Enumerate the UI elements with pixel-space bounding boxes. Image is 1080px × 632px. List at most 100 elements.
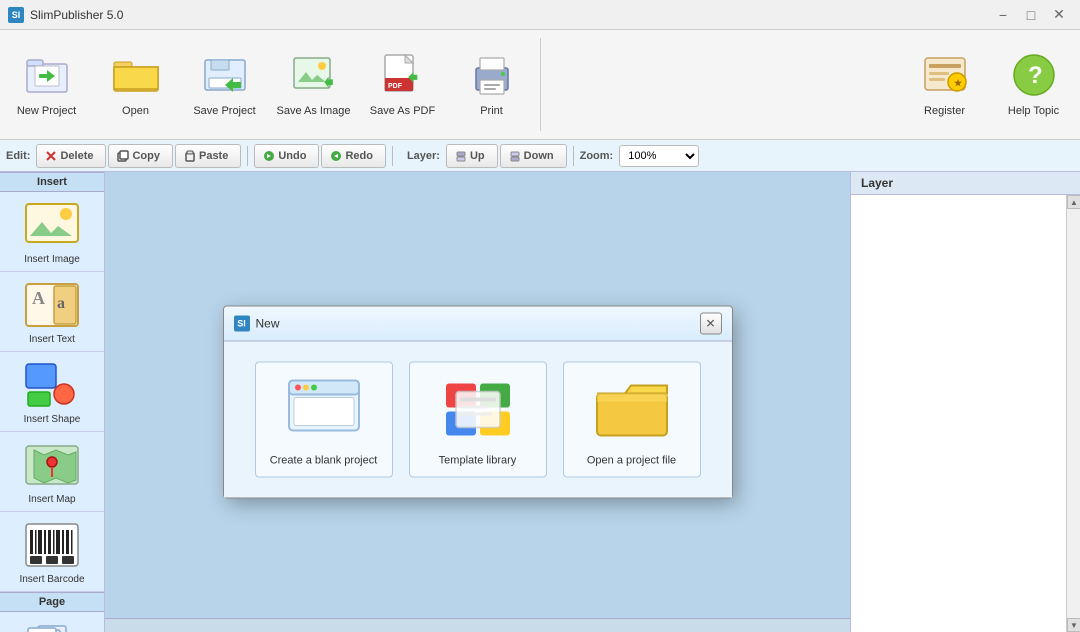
insert-barcode-label: Insert Barcode	[19, 574, 84, 585]
undo-icon	[263, 150, 275, 162]
sidebar-item-insert-text[interactable]: A a Insert Text	[0, 272, 104, 352]
register-label: Register	[924, 105, 965, 117]
edit-label: Edit:	[6, 150, 30, 162]
undo-button[interactable]: Undo	[254, 144, 319, 168]
toolbar-separator	[540, 38, 541, 131]
copy-icon	[117, 150, 129, 162]
register-button[interactable]: ★ Register	[902, 34, 987, 132]
template-library-icon	[438, 375, 518, 445]
insert-map-label: Insert Map	[28, 494, 75, 505]
layer-scrollbar: ▲ ▼	[1066, 195, 1080, 632]
insert-image-icon	[23, 200, 81, 250]
sidebar-item-page-manager[interactable]: Page Manager	[0, 612, 104, 632]
open-icon	[110, 49, 162, 101]
layer-panel-header: Layer	[851, 172, 1080, 195]
dialog-app-icon: Sl	[234, 316, 250, 332]
help-topic-label: Help Topic	[1008, 105, 1059, 117]
paste-icon	[184, 150, 196, 162]
svg-text:PDF: PDF	[388, 83, 403, 90]
print-label: Print	[480, 105, 503, 117]
insert-shape-label: Insert Shape	[24, 414, 81, 425]
open-project-file-label: Open a project file	[587, 455, 676, 467]
save-as-image-label: Save As Image	[277, 105, 351, 117]
svg-text:?: ?	[1028, 62, 1043, 89]
layer-up-button[interactable]: Up	[446, 144, 498, 168]
save-as-pdf-button[interactable]: PDF Save As PDF	[360, 34, 445, 132]
blank-project-icon	[284, 375, 364, 445]
sidebar: Insert Insert Image A a	[0, 172, 105, 632]
maximize-button[interactable]: □	[1018, 5, 1044, 25]
zoom-select[interactable]: 25% 50% 75% 100% 150% 200%	[619, 145, 699, 167]
titlebar-left: Sl SlimPublisher 5.0	[8, 7, 123, 23]
insert-map-icon	[23, 440, 81, 490]
svg-text:A: A	[32, 288, 45, 308]
copy-button[interactable]: Copy	[108, 144, 173, 168]
dialog-title-text: New	[256, 317, 280, 331]
new-project-button[interactable]: New Project	[4, 34, 89, 132]
save-project-icon	[199, 49, 251, 101]
page-manager-icon	[23, 620, 81, 632]
sidebar-item-insert-map[interactable]: Insert Map	[0, 432, 104, 512]
layer-down-icon	[509, 150, 521, 162]
close-button[interactable]: ✕	[1046, 5, 1072, 25]
open-label: Open	[122, 105, 149, 117]
insert-text-label: Insert Text	[29, 334, 75, 345]
register-icon: ★	[919, 49, 971, 101]
scroll-up-arrow[interactable]: ▲	[1067, 195, 1080, 209]
editbar-separator-3	[573, 146, 574, 166]
dialog-title-left: Sl New	[234, 316, 280, 332]
canvas-area[interactable]: Sl New ✕	[105, 172, 850, 632]
new-project-icon	[21, 49, 73, 101]
editbar: Edit: Delete Copy Paste Undo	[0, 140, 1080, 172]
insert-section-header: Insert	[0, 172, 104, 192]
layer-content: ▲ ▼	[851, 195, 1080, 632]
delete-icon	[45, 150, 57, 162]
delete-button[interactable]: Delete	[36, 144, 106, 168]
main-area: Insert Insert Image A a	[0, 172, 1080, 632]
redo-icon	[330, 150, 342, 162]
toolbar: New Project Open Save Project	[0, 30, 1080, 140]
zoom-label: Zoom:	[580, 150, 614, 162]
toolbar-right: ★ Register ? Help Topic	[902, 34, 1076, 135]
dialog-titlebar: Sl New ✕	[224, 307, 732, 342]
sidebar-item-insert-image[interactable]: Insert Image	[0, 192, 104, 272]
new-dialog: Sl New ✕	[223, 306, 733, 499]
redo-button[interactable]: Redo	[321, 144, 386, 168]
layer-down-button[interactable]: Down	[500, 144, 567, 168]
open-button[interactable]: Open	[93, 34, 178, 132]
sidebar-item-insert-shape[interactable]: Insert Shape	[0, 352, 104, 432]
scroll-down-arrow[interactable]: ▼	[1067, 618, 1080, 632]
open-project-icon	[592, 375, 672, 445]
minimize-button[interactable]: −	[990, 5, 1016, 25]
editbar-separator-2	[392, 146, 393, 166]
titlebar-controls: − □ ✕	[990, 5, 1072, 25]
template-library-label: Template library	[439, 455, 517, 467]
save-project-button[interactable]: Save Project	[182, 34, 267, 132]
paste-button[interactable]: Paste	[175, 144, 241, 168]
insert-image-label: Insert Image	[24, 254, 80, 265]
titlebar-title: SlimPublisher 5.0	[30, 8, 123, 22]
bottom-scrollbar[interactable]	[105, 618, 850, 632]
create-blank-project-option[interactable]: Create a blank project	[255, 362, 393, 478]
save-as-image-button[interactable]: Save As Image	[271, 34, 356, 132]
print-button[interactable]: Print	[449, 34, 534, 132]
dialog-close-button[interactable]: ✕	[700, 313, 722, 335]
insert-shape-icon	[23, 360, 81, 410]
new-project-label: New Project	[17, 105, 76, 117]
sidebar-item-insert-barcode[interactable]: Insert Barcode	[0, 512, 104, 592]
dialog-body: Create a blank project	[224, 342, 732, 498]
editbar-separator-1	[247, 146, 248, 166]
save-as-pdf-icon: PDF	[377, 49, 429, 101]
insert-barcode-icon	[23, 520, 81, 570]
svg-text:★: ★	[954, 78, 963, 88]
titlebar: Sl SlimPublisher 5.0 − □ ✕	[0, 0, 1080, 30]
app-icon: Sl	[8, 7, 24, 23]
help-topic-icon: ?	[1008, 49, 1060, 101]
print-icon	[466, 49, 518, 101]
right-panel: Layer ▲ ▼	[850, 172, 1080, 632]
layer-up-icon	[455, 150, 467, 162]
open-project-file-option[interactable]: Open a project file	[563, 362, 701, 478]
template-library-option[interactable]: Template library	[409, 362, 547, 478]
svg-text:a: a	[57, 295, 65, 312]
help-topic-button[interactable]: ? Help Topic	[991, 34, 1076, 132]
